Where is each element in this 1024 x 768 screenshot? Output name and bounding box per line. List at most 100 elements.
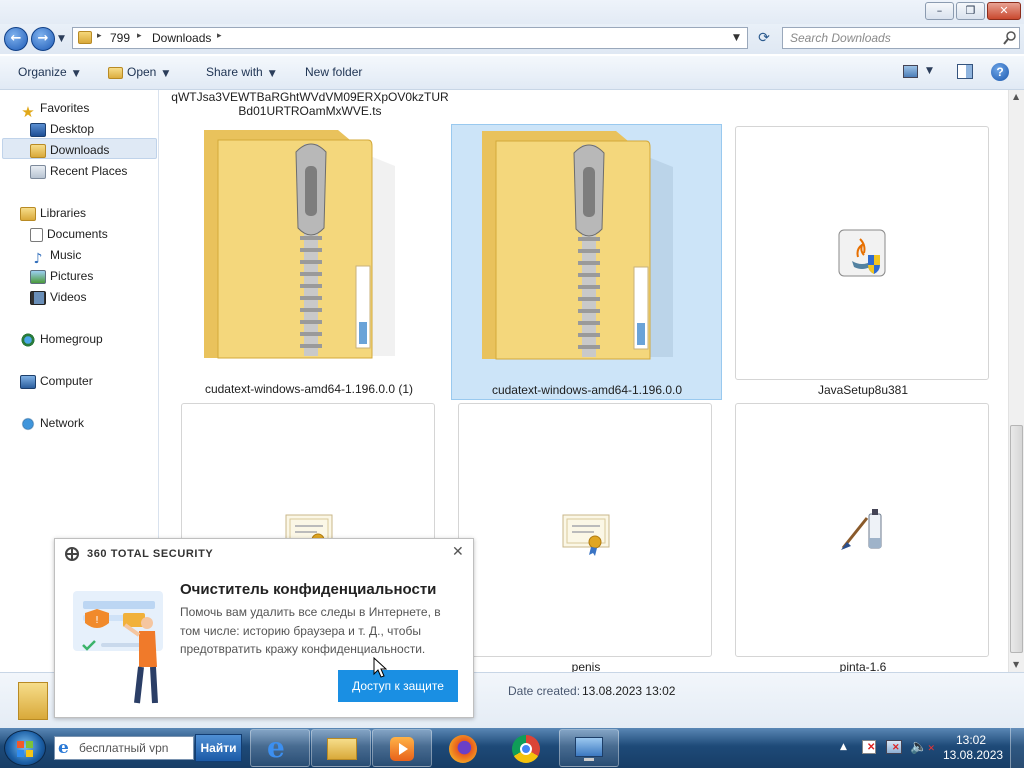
taskbar-app-media-player[interactable] xyxy=(372,729,432,767)
search-icon xyxy=(1003,31,1016,45)
360-logo-icon xyxy=(65,547,79,561)
scroll-down-arrow-icon[interactable]: ▼ xyxy=(1013,660,1019,669)
file-name-line: qWTJsa3VEWTBaRGhtWVdVM09ERXpOV0kzTUR xyxy=(171,90,449,104)
popup-close-button[interactable]: ✕ xyxy=(452,544,464,560)
show-desktop-button[interactable] xyxy=(1010,728,1024,768)
date-created-value: 13.08.2023 13:02 xyxy=(582,684,676,698)
maximize-button[interactable]: ❐ xyxy=(956,2,985,20)
file-item[interactable]: cudatext-windows-amd64-1.196.0.0 (1) xyxy=(180,124,438,400)
clock-time: 13:02 xyxy=(955,733,987,747)
sidebar-item-recent-places[interactable]: Recent Places xyxy=(30,161,127,181)
change-view-icon[interactable] xyxy=(903,65,918,78)
computer-icon xyxy=(20,374,36,389)
file-item[interactable] xyxy=(735,403,989,657)
taskbar-app-chrome[interactable] xyxy=(496,729,556,767)
taskbar-search-button[interactable]: Найти xyxy=(195,734,242,762)
command-bar: Organize ▼ Open ▼ Share with ▼ New folder ▼… xyxy=(0,56,1024,90)
share-with-button[interactable]: Share with ▼ xyxy=(206,65,276,79)
breadcrumb-799[interactable]: 799 xyxy=(110,31,130,45)
scroll-up-arrow-icon[interactable]: ▲ xyxy=(1013,92,1019,101)
preview-pane-button[interactable] xyxy=(957,64,973,79)
favorites-header[interactable]: ★ Favorites xyxy=(20,98,89,121)
internet-explorer-icon: e xyxy=(267,731,285,764)
pictures-icon xyxy=(30,269,46,284)
zip-folder-icon xyxy=(482,131,673,360)
java-installer-icon xyxy=(838,229,886,277)
taskbar-app-remote-desktop[interactable] xyxy=(559,729,619,767)
back-button[interactable]: ← xyxy=(4,27,28,51)
videos-icon xyxy=(30,290,46,305)
security-notification-popup: 360 TOTAL SECURITY ✕ ! Очиститель конфид… xyxy=(54,538,474,718)
recent-pages-dropdown[interactable]: ▼ xyxy=(58,34,65,44)
documents-icon xyxy=(30,227,43,242)
sidebar-item-pictures[interactable]: Pictures xyxy=(30,266,93,286)
address-bar[interactable]: ▸ 799 ▸ Downloads ▸ ▼ xyxy=(72,27,748,49)
volume-muted-icon[interactable]: 🔈✕ xyxy=(910,739,935,755)
help-icon: ? xyxy=(996,65,1004,79)
organize-button[interactable]: Organize ▼ xyxy=(18,65,80,79)
network-icon xyxy=(20,416,36,431)
file-item[interactable] xyxy=(735,126,989,380)
recent-places-icon xyxy=(30,164,46,179)
breadcrumb-separator-icon: ▸ xyxy=(137,31,142,41)
sidebar-item-videos[interactable]: Videos xyxy=(30,287,86,307)
clock-date: 13.08.2023 xyxy=(943,748,1004,762)
taskbar-app-firefox[interactable] xyxy=(433,729,493,767)
close-window-button[interactable]: ✕ xyxy=(987,2,1021,20)
file-item-selected[interactable]: cudatext-windows-amd64-1.196.0.0 xyxy=(451,124,722,400)
taskbar-app-internet-explorer[interactable]: e xyxy=(250,729,310,767)
downloads-folder-icon xyxy=(30,143,46,158)
file-name-line: Bd01URTROamMxWVE.ts xyxy=(238,104,382,118)
action-center-flag-icon[interactable]: ✕ xyxy=(862,740,876,754)
refresh-button[interactable]: ⟳ xyxy=(752,28,776,48)
sidebar-item-network[interactable]: Network xyxy=(20,413,84,433)
file-name: penis xyxy=(571,660,601,672)
breadcrumb-downloads[interactable]: Downloads xyxy=(152,31,211,45)
minimize-button[interactable]: – xyxy=(925,2,954,20)
taskbar: e бесплатный vpn Найти e ▲ ✕ ✕ 🔈✕ 13:02 … xyxy=(0,728,1024,768)
folder-icon xyxy=(78,31,92,44)
zip-folder-icon xyxy=(204,130,395,359)
taskbar-app-explorer[interactable] xyxy=(311,729,371,767)
forward-button[interactable]: → xyxy=(31,27,55,51)
homegroup-icon xyxy=(20,332,36,347)
protection-access-button[interactable]: Доступ к защите xyxy=(338,670,458,702)
partial-file-label[interactable]: qWTJsa3VEWTBaRGhtWVdVM09ERXpOV0kzTUR Bd0… xyxy=(160,90,460,118)
taskbar-search-value: бесплатный vpn xyxy=(79,741,169,755)
sidebar-item-downloads[interactable]: Downloads xyxy=(30,140,109,160)
open-folder-icon xyxy=(108,66,123,79)
file-item[interactable] xyxy=(458,403,712,657)
system-clock[interactable]: 13:02 13.08.2023 xyxy=(943,733,1004,763)
sidebar-item-documents[interactable]: Documents xyxy=(30,224,108,244)
start-button[interactable] xyxy=(4,730,46,766)
taskbar-search-input[interactable]: e бесплатный vpn xyxy=(54,736,194,760)
privacy-illustration-icon: ! xyxy=(73,591,163,704)
open-button[interactable]: Open ▼ xyxy=(108,65,169,79)
network-status-icon[interactable]: ✕ xyxy=(886,740,902,754)
search-placeholder: Search Downloads xyxy=(790,31,891,45)
breadcrumb-separator-icon: ▸ xyxy=(97,31,102,41)
desktop-icon xyxy=(30,122,46,137)
internet-explorer-icon: e xyxy=(58,738,69,758)
sidebar-item-desktop[interactable]: Desktop xyxy=(30,119,94,139)
refresh-icon: ⟳ xyxy=(758,30,770,46)
show-hidden-icons-button[interactable]: ▲ xyxy=(840,742,847,752)
sidebar-item-computer[interactable]: Computer xyxy=(20,371,93,391)
zip-folder-thumbnail-icon xyxy=(18,682,48,720)
help-button[interactable]: ? xyxy=(991,63,1009,81)
sidebar-item-homegroup[interactable]: Homegroup xyxy=(20,329,103,349)
forward-arrow-icon: → xyxy=(37,31,49,46)
firefox-icon xyxy=(449,735,477,763)
sidebar-item-music[interactable]: ♪ Music xyxy=(30,245,82,267)
scrollbar-thumb[interactable] xyxy=(1010,425,1023,653)
view-options-dropdown[interactable]: ▼ xyxy=(926,66,933,76)
popup-brand: 360 TOTAL SECURITY xyxy=(87,548,214,560)
file-name: cudatext-windows-amd64-1.196.0.0 (1) xyxy=(204,382,414,396)
search-input[interactable]: Search Downloads xyxy=(782,27,1020,49)
new-folder-button[interactable]: New folder xyxy=(305,65,362,79)
date-created-label: Date created: xyxy=(508,684,581,698)
address-history-dropdown[interactable]: ▼ xyxy=(733,33,740,43)
back-arrow-icon: ← xyxy=(10,31,22,46)
mouse-cursor-icon xyxy=(373,657,387,678)
libraries-header[interactable]: Libraries xyxy=(20,203,86,223)
